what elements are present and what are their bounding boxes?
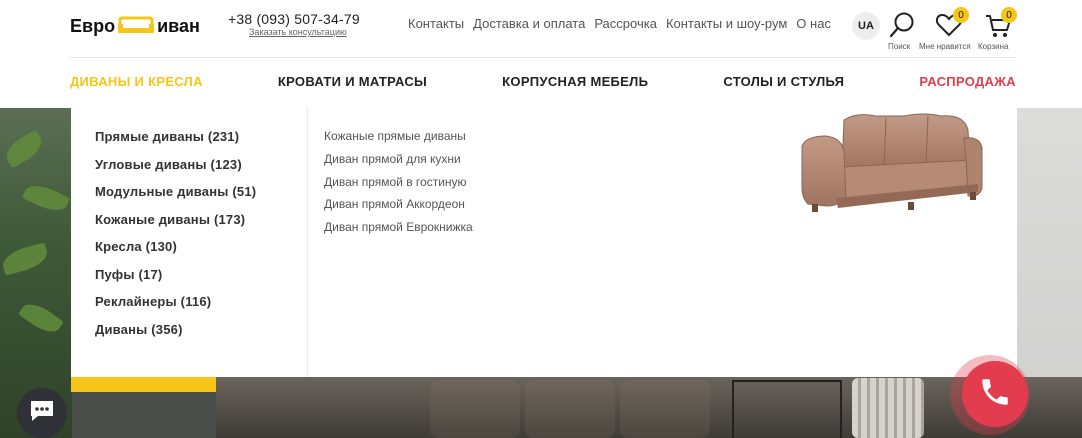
sofa-image[interactable] — [796, 108, 986, 220]
header-divider — [70, 57, 1016, 58]
dropdown-category-item[interactable]: Реклайнеры (116) — [95, 293, 256, 321]
consultation-link[interactable]: Заказать консультацию — [249, 27, 347, 37]
top-nav-delivery[interactable]: Доставка и оплата — [473, 16, 585, 31]
call-button[interactable] — [962, 361, 1028, 427]
striped-pillow-decor — [852, 378, 924, 438]
logo-text-right: иван — [157, 15, 200, 36]
cart-button[interactable]: 0 — [984, 7, 1017, 40]
dropdown-subcategory-item[interactable]: Диван прямой Еврокнижка — [324, 219, 473, 242]
dropdown-category-item[interactable]: Угловые диваны (123) — [95, 156, 256, 184]
phone-number[interactable]: +38 (093) 507-34-79 — [228, 11, 360, 27]
category-nav: ДИВАНЫ И КРЕСЛА КРОВАТИ И МАТРАСЫ КОРПУС… — [70, 74, 1016, 89]
cart-count-badge: 0 — [1001, 7, 1017, 23]
site-header: Евро иван +38 (093) 507-34-79 Заказать к… — [0, 0, 1082, 108]
mega-menu-dropdown: Прямые диваны (231) Угловые диваны (123)… — [71, 108, 1017, 377]
logo-text-left: Евро — [70, 15, 116, 36]
category-nav-beds-mattresses[interactable]: КРОВАТИ И МАТРАСЫ — [278, 74, 427, 89]
sofa-cushion-decor — [620, 380, 710, 438]
phone-icon — [978, 375, 1012, 414]
dropdown-divider — [307, 108, 308, 377]
logo-sofa-icon — [117, 15, 155, 37]
dropdown-category-item[interactable]: Диваны (356) — [95, 321, 256, 349]
site-logo[interactable]: Евро иван — [70, 15, 200, 37]
top-nav-about[interactable]: О нас — [796, 16, 831, 31]
chat-button[interactable] — [17, 388, 67, 438]
top-nav: Контакты Доставка и оплата Рассрочка Кон… — [408, 16, 831, 31]
top-nav-contacts[interactable]: Контакты — [408, 16, 464, 31]
wishlist-label: Мне нравится — [919, 42, 971, 51]
dropdown-category-list: Прямые диваны (231) Угловые диваны (123)… — [95, 128, 256, 348]
category-nav-tables-chairs[interactable]: СТОЛЫ И СТУЛЬЯ — [723, 74, 844, 89]
top-nav-showroom[interactable]: Контакты и шоу-рум — [666, 16, 787, 31]
dropdown-category-item[interactable]: Кресла (130) — [95, 238, 256, 266]
dropdown-category-item[interactable]: Модульные диваны (51) — [95, 183, 256, 211]
search-label: Поиск — [888, 42, 911, 51]
wishlist-count-badge: 0 — [953, 7, 969, 23]
dropdown-subcategory-list: Кожаные прямые диваны Диван прямой для к… — [324, 128, 473, 242]
dropdown-subcategory-item[interactable]: Диван прямой для кухни — [324, 151, 473, 174]
dropdown-subcategory-item[interactable]: Диван прямой Аккордеон — [324, 196, 473, 219]
sofa-cushion-decor — [430, 380, 520, 438]
chat-icon — [29, 399, 55, 428]
sofa-cushion-decor — [525, 380, 615, 438]
category-nav-sale[interactable]: РАСПРОДАЖА — [919, 74, 1016, 89]
search-button[interactable] — [887, 10, 917, 40]
coffee-table-decor — [732, 380, 842, 438]
cart-label: Корзина — [978, 42, 1009, 51]
dropdown-category-item[interactable]: Пуфы (17) — [95, 266, 256, 294]
dropdown-subcategory-item[interactable]: Кожаные прямые диваны — [324, 128, 473, 151]
dropdown-category-item[interactable]: Прямые диваны (231) — [95, 128, 256, 156]
language-switch[interactable]: UA — [852, 12, 880, 40]
dropdown-category-item[interactable]: Кожаные диваны (173) — [95, 211, 256, 239]
category-nav-cabinet-furniture[interactable]: КОРПУСНАЯ МЕБЕЛЬ — [502, 74, 648, 89]
category-nav-sofas-armchairs[interactable]: ДИВАНЫ И КРЕСЛА — [70, 74, 203, 89]
wishlist-button[interactable]: 0 — [934, 7, 969, 40]
dropdown-subcategory-item[interactable]: Диван прямой в гостиную — [324, 174, 473, 197]
top-nav-installments[interactable]: Рассрочка — [594, 16, 657, 31]
